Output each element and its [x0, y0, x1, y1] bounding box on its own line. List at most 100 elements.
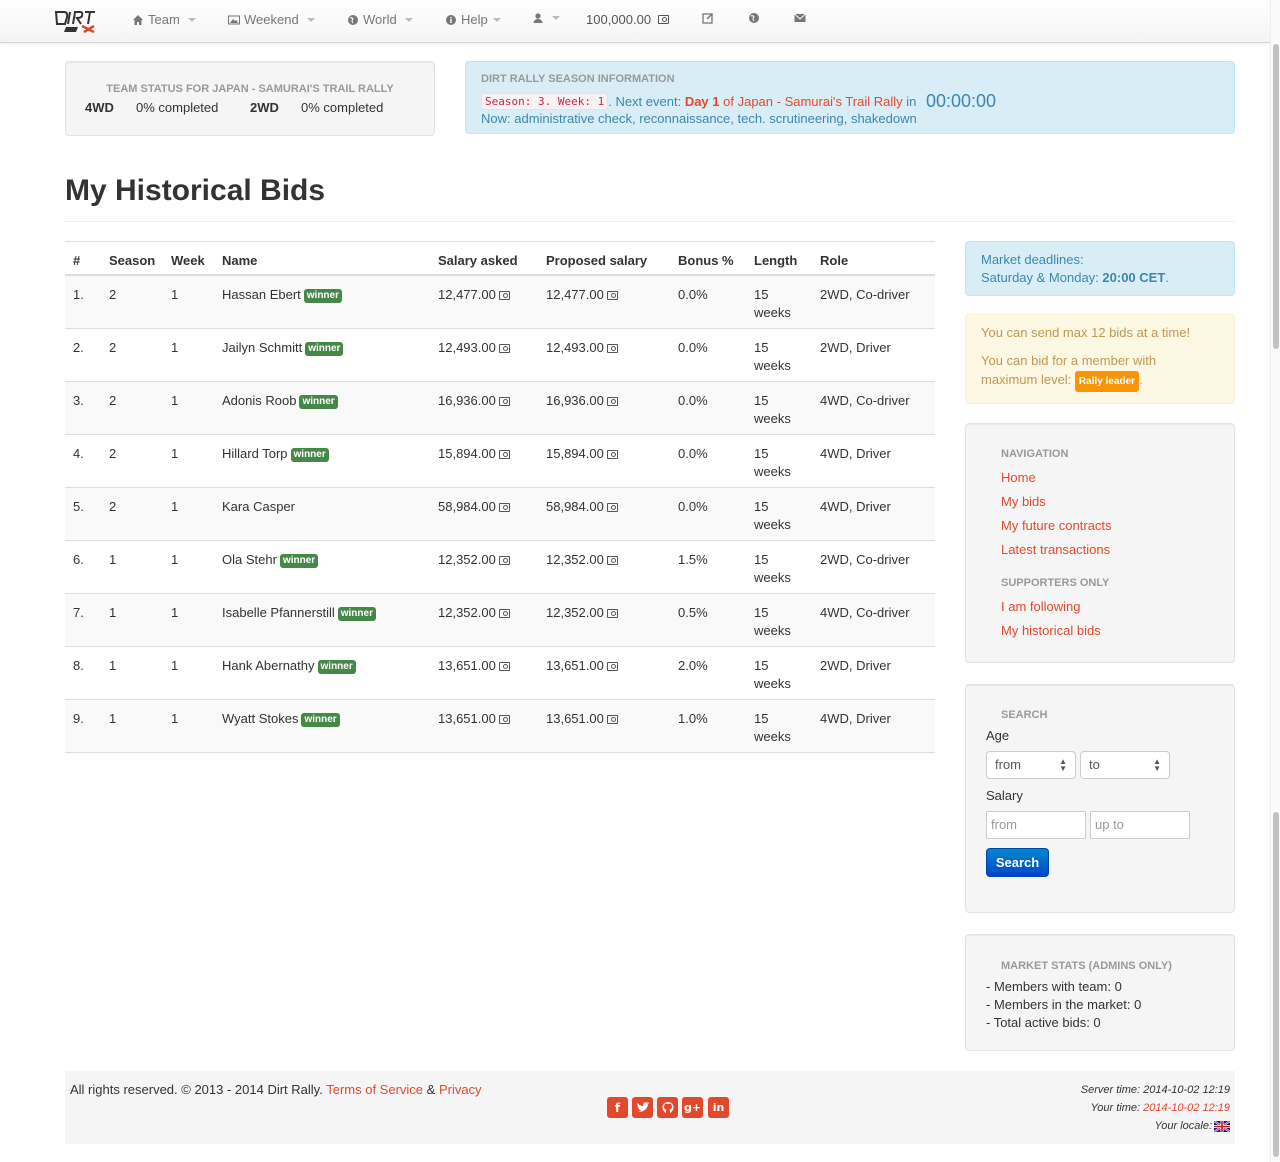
nav-messages-button[interactable] — [794, 12, 806, 24]
money-icon — [498, 450, 510, 459]
cell-salary-asked-text: 12,493.00 — [438, 340, 496, 355]
terms-link[interactable]: Terms of Service — [326, 1082, 423, 1097]
twitter-icon[interactable] — [632, 1097, 653, 1118]
nav-help-menu[interactable]: Help — [445, 12, 501, 27]
stat-members-with-team: - Members with team: 0 — [986, 979, 1122, 994]
salary-from-input[interactable]: from — [986, 811, 1086, 839]
cell-week: 1 — [171, 551, 178, 569]
event-day-link[interactable]: Day 1 — [685, 94, 720, 109]
cell-name: Hassan Ebert winner — [222, 286, 342, 304]
cell-length-text: 15 — [754, 605, 769, 620]
linkedin-icon[interactable]: in — [708, 1097, 729, 1118]
money-icon — [606, 397, 618, 406]
search-panel: SEARCH Age from ▲ ▼ to ▲ ▼ Salary from up … — [965, 684, 1235, 913]
money-icon — [498, 397, 510, 406]
cell-salary-asked-text: 12,352.00 — [438, 552, 496, 567]
server-time-line: Server time: 2014-10-02 12:19 — [1081, 1084, 1230, 1096]
season-info-title: DIRT RALLY SEASON INFORMATION — [481, 73, 675, 85]
nav-link-following[interactable]: I am following — [1001, 599, 1080, 614]
cell-season-text: 1 — [109, 658, 117, 673]
nav-world-menu[interactable]: World — [347, 12, 413, 27]
nav-weekend-label: Weekend — [244, 12, 299, 27]
uk-flag-icon[interactable] — [1214, 1120, 1230, 1132]
cell-role-text: 2WD, Co-driver — [820, 552, 910, 567]
cell-bonus-text: 1.5% — [678, 552, 708, 567]
nav-weekend-menu[interactable]: Weekend — [228, 12, 315, 27]
cell-length: 15 weeks — [754, 339, 791, 375]
next-event-prefix: . Next event: — [608, 94, 685, 109]
cell-bonus-text: 0.0% — [678, 393, 708, 408]
money-icon — [606, 450, 618, 459]
cell-bonus: 0.5% — [678, 604, 708, 622]
cell-role-text: 2WD, Driver — [820, 340, 891, 355]
cell-season-text: 2 — [109, 393, 117, 408]
footer-rights-line: All rights reserved. © 2013 - 2014 Dirt … — [70, 1082, 482, 1097]
nav-balance[interactable]: 100,000.00 — [586, 12, 670, 27]
your-time-value: 2014-10-02 12:19 — [1143, 1102, 1230, 1114]
cell-salary-asked: 12,352.00 — [438, 604, 510, 622]
server-time-label: Server time: — [1080, 1084, 1144, 1096]
cell-week: 1 — [171, 286, 178, 304]
market-deadlines-alert: Market deadlines: Saturday & Monday: 20:… — [965, 241, 1235, 296]
page-scrollbar[interactable] — [1270, 0, 1280, 1162]
supporters-heading: SUPPORTERS ONLY — [1001, 577, 1110, 589]
age-to-select[interactable]: to ▲ ▼ — [1080, 751, 1170, 779]
nav-team-label: Team — [148, 12, 180, 27]
table-row: 9. 1 1 Wyatt Stokes winner 13,651.00 13,651.00… — [65, 700, 935, 753]
page-title: My Historical Bids — [65, 174, 326, 207]
cell-proposed-salary: 12,493.00 — [546, 339, 618, 357]
cell-salary-asked: 12,493.00 — [438, 339, 510, 357]
col-header-length: Length — [754, 253, 798, 268]
cell-role: 4WD, Driver — [820, 445, 891, 463]
cell-length: 15 weeks — [754, 445, 791, 481]
table-row: 7. 1 1 Isabelle Pfannerstill winner 12,352.00… — [65, 594, 935, 647]
event-name-link[interactable]: Japan - Samurai's Trail Rally — [738, 94, 903, 109]
nav-link-historical-bids[interactable]: My historical bids — [1001, 623, 1101, 638]
scrollbar-thumb-bottom[interactable] — [1273, 812, 1279, 1157]
cell-length-text: 15 — [754, 552, 769, 567]
envelope-icon — [794, 13, 806, 22]
brand-logo[interactable] — [54, 8, 98, 34]
table-row: 1. 2 1 Hassan Ebert winner 12,477.00 12,477.00… — [65, 276, 935, 329]
cell-week: 1 — [171, 604, 178, 622]
nav-team-menu[interactable]: Team — [132, 12, 196, 27]
nav-link-future-contracts[interactable]: My future contracts — [1001, 518, 1112, 533]
salary-to-input[interactable]: up to — [1090, 811, 1190, 839]
col-header-proposed-salary: Proposed salary — [546, 253, 648, 268]
cell-proposed-salary-text: 15,894.00 — [546, 446, 604, 461]
money-icon — [658, 15, 670, 24]
cell-week: 1 — [171, 445, 178, 463]
nav-user-menu[interactable] — [532, 12, 560, 24]
balance-value: 100,000.00 — [586, 12, 652, 27]
privacy-link[interactable]: Privacy — [439, 1082, 482, 1097]
chevron-down-icon — [552, 16, 560, 20]
google-plus-icon[interactable]: g+ — [682, 1097, 703, 1118]
globe-icon — [348, 14, 358, 25]
search-button[interactable]: Search — [986, 848, 1049, 877]
cell-season-text: 2 — [109, 287, 117, 302]
money-icon — [498, 344, 510, 353]
cell-week: 1 — [171, 657, 178, 675]
cell-bonus: 0.0% — [678, 445, 708, 463]
nav-compose-button[interactable] — [702, 12, 714, 24]
scrollbar-thumb-top[interactable] — [1273, 44, 1279, 349]
age-from-select[interactable]: from ▲ ▼ — [986, 751, 1076, 779]
nav-link-latest-transactions[interactable]: Latest transactions — [1001, 542, 1110, 557]
nav-globe-button[interactable] — [748, 12, 760, 24]
cell-name-text: Jailyn Schmitt — [222, 340, 303, 355]
facebook-icon[interactable]: f — [607, 1097, 628, 1118]
nav-link-my-bids[interactable]: My bids — [1001, 494, 1046, 509]
season-info-line: Season: 3. Week: 1 . Next event: Day 1 o… — [481, 91, 996, 112]
cell-season-text: 1 — [109, 552, 117, 567]
deadlines-dot: . — [1165, 270, 1169, 285]
bid-level-dot: . — [1139, 372, 1143, 387]
footer-rights: All rights reserved. © 2013 - 2014 Dirt … — [70, 1082, 327, 1097]
winner-badge: winner — [317, 660, 356, 674]
github-icon[interactable] — [657, 1097, 678, 1118]
cell-bonus: 1.0% — [678, 710, 708, 728]
deadlines-time: 20:00 CET — [1102, 270, 1166, 285]
cell-bonus: 1.5% — [678, 551, 708, 569]
money-icon — [498, 291, 510, 300]
nav-link-home[interactable]: Home — [1001, 470, 1036, 485]
market-stats-heading: MARKET STATS (ADMINS ONLY) — [1001, 960, 1172, 972]
